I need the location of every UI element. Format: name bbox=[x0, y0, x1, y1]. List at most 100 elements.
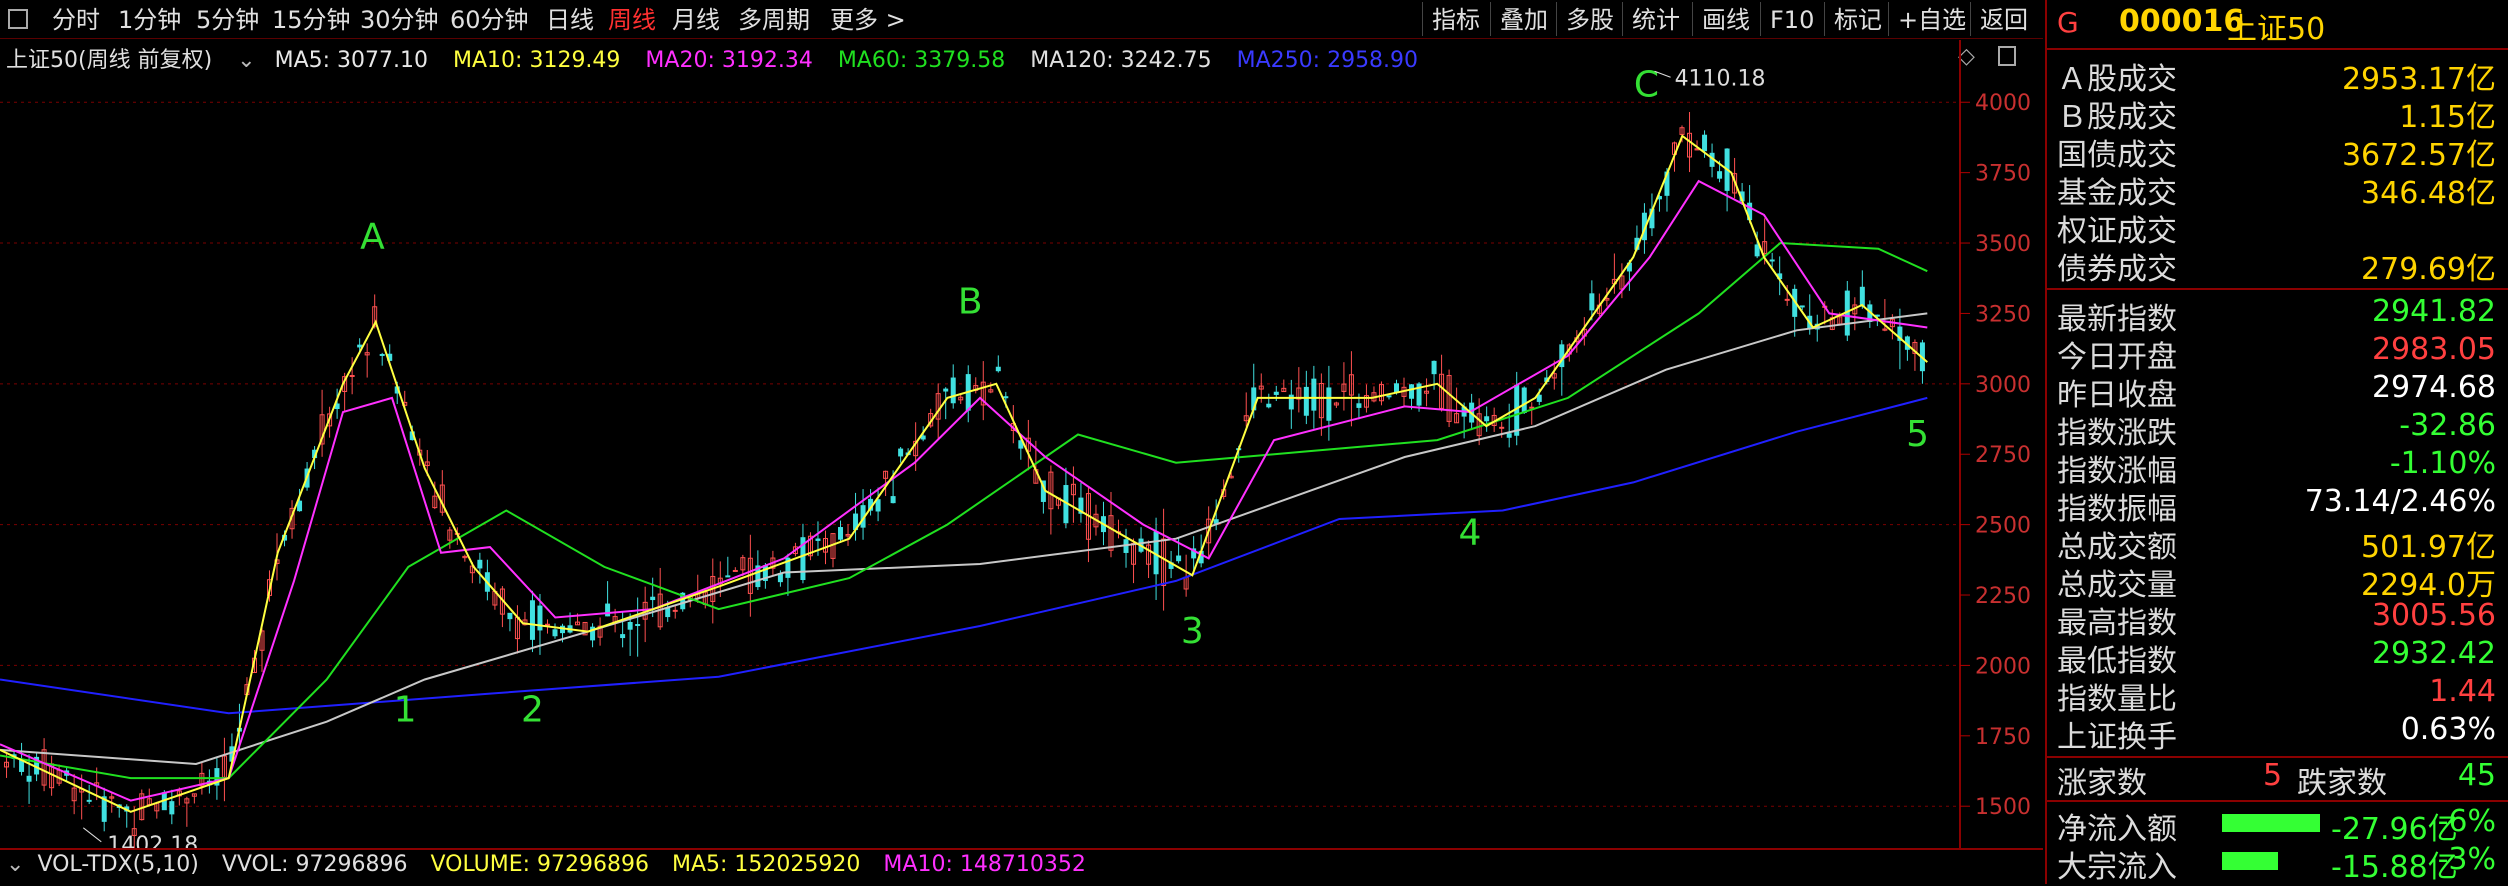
candle-body bbox=[1499, 426, 1505, 429]
tool-button-5[interactable]: F10 bbox=[1770, 0, 1814, 38]
candle-body bbox=[943, 388, 949, 392]
quote-value: 279.69亿 bbox=[2361, 252, 2496, 287]
candle-body bbox=[357, 344, 363, 348]
candle-body bbox=[815, 538, 821, 541]
flow-bar bbox=[2222, 852, 2278, 870]
quote-value: 2941.82 bbox=[2371, 294, 2496, 329]
vol-ma10-value: MA10: 148710352 bbox=[883, 852, 1086, 877]
candle-body bbox=[1003, 396, 1009, 399]
candle-body bbox=[838, 527, 844, 540]
toolbar-separator bbox=[1422, 2, 1423, 36]
candle-body bbox=[1784, 298, 1790, 301]
tab-period-3[interactable]: 15分钟 bbox=[272, 0, 351, 38]
quote-row: Ａ股成交 2953.17亿 bbox=[2057, 54, 2500, 97]
period-toolbar: 分时 1分钟 5分钟 15分钟 30分钟 60分钟 日线 周线 月线 多周期 更多 > 指标 叠加 多股… bbox=[0, 0, 2043, 39]
tab-period-5[interactable]: 60分钟 bbox=[450, 0, 529, 38]
flow-row: 净流入额 -27.96亿 -6% bbox=[2057, 804, 2500, 847]
candle-body bbox=[875, 499, 881, 512]
vol-ma5-value: MA5: 152025920 bbox=[672, 852, 861, 877]
flow-bar bbox=[2222, 814, 2320, 832]
tab-period-2[interactable]: 5分钟 bbox=[196, 0, 259, 38]
quote-value: -32.86 bbox=[2399, 408, 2496, 443]
y-tick-label: 2250 bbox=[1975, 584, 2031, 609]
quote-value: 0.63% bbox=[2400, 712, 2496, 747]
candle-body bbox=[635, 624, 641, 627]
wave-label: 1 bbox=[394, 690, 417, 731]
candle-body bbox=[1176, 555, 1182, 562]
candle-body bbox=[26, 775, 32, 782]
advance-decline-row: 涨家数 5 跌家数 45 bbox=[2057, 758, 2500, 801]
down-count-label: 跌家数 bbox=[2297, 766, 2387, 801]
candle-body bbox=[552, 629, 558, 637]
flow-label: 大宗流入 bbox=[2057, 850, 2177, 885]
candle-body bbox=[1386, 395, 1392, 398]
tab-period-7[interactable]: 周线 bbox=[608, 0, 656, 38]
candle-body bbox=[1394, 383, 1399, 393]
candle-body bbox=[1311, 378, 1317, 411]
candle-body bbox=[650, 596, 656, 601]
tool-button-8[interactable]: 返回 bbox=[1980, 0, 2028, 38]
quote-label: 债券成交 bbox=[2057, 252, 2177, 287]
tool-button-3[interactable]: 统计 bbox=[1632, 0, 1680, 38]
wave-label: A bbox=[360, 217, 385, 258]
down-count: 45 bbox=[2457, 758, 2496, 793]
quote-row: 指数涨幅 -1.10% bbox=[2057, 446, 2500, 489]
volume-value: VOLUME: 97296896 bbox=[430, 852, 649, 877]
candle-body bbox=[1589, 293, 1595, 311]
chevron-down-icon[interactable]: ⌄ bbox=[6, 852, 24, 877]
section-divider bbox=[2047, 800, 2508, 802]
toolbar-separator bbox=[1888, 2, 1889, 36]
tool-button-2[interactable]: 多股 bbox=[1566, 0, 1614, 38]
tab-period-1[interactable]: 1分钟 bbox=[118, 0, 181, 38]
candle-body bbox=[477, 559, 483, 569]
tool-button-0[interactable]: 指标 bbox=[1432, 0, 1480, 38]
candle-body bbox=[1303, 386, 1309, 416]
tab-period-6[interactable]: 日线 bbox=[546, 0, 594, 38]
tab-period-4[interactable]: 30分钟 bbox=[360, 0, 439, 38]
candle-body bbox=[1506, 433, 1512, 438]
tab-period-0[interactable]: 分时 bbox=[52, 0, 100, 38]
candle-body bbox=[1266, 403, 1272, 408]
quote-row: 上证换手 0.63% bbox=[2057, 712, 2500, 755]
candle-body bbox=[1536, 394, 1542, 402]
quote-row: 最高指数 3005.56 bbox=[2057, 598, 2500, 641]
section-divider bbox=[2047, 288, 2508, 290]
tab-period-9[interactable]: 多周期 bbox=[738, 0, 810, 38]
y-tick-label: 3750 bbox=[1975, 162, 2031, 187]
tab-period-8[interactable]: 月线 bbox=[672, 0, 720, 38]
ma-line-ma20 bbox=[0, 179, 1928, 802]
index-code: 000016 bbox=[2119, 4, 2245, 39]
wave-label: B bbox=[958, 281, 983, 322]
quote-label: 上证换手 bbox=[2057, 720, 2177, 755]
candle-body bbox=[950, 377, 956, 404]
quote-row: 基金成交 346.48亿 bbox=[2057, 168, 2500, 211]
candle-body bbox=[1356, 403, 1362, 408]
candle-body bbox=[665, 607, 671, 618]
flow-row: 大宗流入 -15.88亿 -3% bbox=[2057, 842, 2500, 885]
tool-button-4[interactable]: 画线 bbox=[1702, 0, 1750, 38]
quote-value: 2932.42 bbox=[2371, 636, 2496, 671]
wave-label: 5 bbox=[1906, 414, 1929, 455]
toolbar-separator bbox=[1760, 2, 1761, 36]
toolbar-separator bbox=[1622, 2, 1623, 36]
ma-line-ma5 bbox=[0, 134, 1928, 813]
quote-row: 指数量比 1.44 bbox=[2057, 674, 2500, 717]
candle-body bbox=[507, 612, 513, 620]
quote-value: 1.44 bbox=[2429, 674, 2496, 709]
candle-body bbox=[379, 353, 385, 356]
y-tick-label: 4000 bbox=[1975, 91, 2031, 116]
toolbar-separator bbox=[1970, 2, 1971, 36]
candle-body bbox=[890, 496, 896, 504]
tool-button-6[interactable]: 标记 bbox=[1834, 0, 1882, 38]
flow-pct: -6% bbox=[2437, 804, 2496, 839]
menu-icon[interactable] bbox=[8, 9, 28, 29]
tool-button-7[interactable]: +自选 bbox=[1898, 0, 1966, 38]
candle-body bbox=[1521, 387, 1527, 413]
tool-button-1[interactable]: 叠加 bbox=[1500, 0, 1548, 38]
tab-period-10[interactable]: 更多 > bbox=[830, 0, 906, 38]
candle-body bbox=[732, 569, 738, 572]
quote-row: 昨日收盘 2974.68 bbox=[2057, 370, 2500, 413]
wave-label: C bbox=[1634, 65, 1659, 106]
kline-chart[interactable]: 1500 1750 2000 2250 2500 2750 3000 3250 3500 3750… bbox=[0, 40, 2043, 848]
quote-row: 债券成交 279.69亿 bbox=[2057, 244, 2500, 287]
